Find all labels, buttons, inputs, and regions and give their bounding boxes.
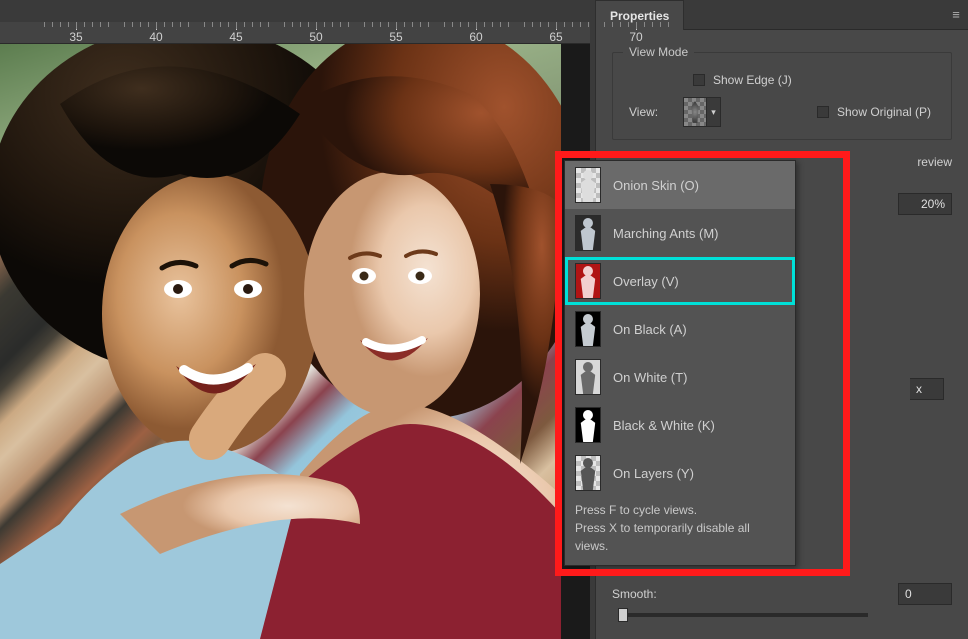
view-label: View: <box>629 105 673 119</box>
view-mode-option[interactable]: On Black (A) <box>565 305 795 353</box>
view-mode-option-label: On White (T) <box>613 370 687 385</box>
chevron-down-icon: ▾ <box>707 97 721 127</box>
view-mode-thumbnail-icon <box>575 311 601 347</box>
slider-thumb-icon <box>618 608 628 622</box>
view-mode-option[interactable]: Onion Skin (O) <box>565 161 795 209</box>
ruler-tick-label: 65 <box>549 30 562 44</box>
ruler-tick: 40 <box>116 22 196 44</box>
checkbox-icon <box>817 106 829 118</box>
ruler-tick-label: 45 <box>229 30 242 44</box>
view-mode-thumbnail-icon <box>575 167 601 203</box>
smooth-label: Smooth: <box>612 587 657 601</box>
ruler-tick-label: 50 <box>309 30 322 44</box>
smooth-row: Smooth: 0 <box>612 583 952 605</box>
view-mode-option-label: On Layers (Y) <box>613 466 694 481</box>
dropdown-hint: Press X to temporarily disable all views… <box>565 519 795 555</box>
show-original-label: Show Original (P) <box>837 105 931 119</box>
view-mode-thumbnail-icon <box>575 407 601 443</box>
smooth-value-field[interactable]: 0 <box>898 583 952 605</box>
view-dropdown-trigger[interactable]: ▾ <box>683 97 721 127</box>
view-thumbnail-icon <box>683 97 707 127</box>
view-mode-title: View Mode <box>623 45 694 59</box>
ruler-tick-label: 60 <box>469 30 482 44</box>
ruler-tick-label: 35 <box>69 30 82 44</box>
view-mode-thumbnail-icon <box>575 215 601 251</box>
view-mode-option-label: Marching Ants (M) <box>613 226 718 241</box>
show-edge-label: Show Edge (J) <box>713 73 792 87</box>
show-original-checkbox[interactable]: Show Original (P) <box>817 105 931 119</box>
horizontal-ruler: 3540455055606570 <box>0 22 590 44</box>
view-mode-option[interactable]: Black & White (K) <box>565 401 795 449</box>
ruler-tick: 35 <box>36 22 116 44</box>
preview-label-clipped: review <box>917 155 952 169</box>
panel-menu-icon[interactable]: ≡ <box>944 0 968 29</box>
view-mode-thumbnail-icon <box>575 455 601 491</box>
ruler-tick: 70 <box>596 22 676 44</box>
ruler-tick: 55 <box>356 22 436 44</box>
view-mode-thumbnail-icon <box>575 263 601 299</box>
ruler-tick: 65 <box>516 22 596 44</box>
checkbox-icon <box>693 74 705 86</box>
percent-field[interactable]: 20% <box>898 193 952 215</box>
view-mode-option[interactable]: On Layers (Y) <box>565 449 795 497</box>
photo-content <box>0 44 561 639</box>
view-mode-option[interactable]: Marching Ants (M) <box>565 209 795 257</box>
ruler-tick-label: 40 <box>149 30 162 44</box>
view-mode-dropdown: Onion Skin (O) Marching Ants (M) Overlay (… <box>564 160 796 566</box>
view-mode-option-label: On Black (A) <box>613 322 687 337</box>
ruler-tick-label: 70 <box>629 30 642 44</box>
px-field-clipped[interactable]: x <box>910 378 944 400</box>
view-mode-option[interactable]: On White (T) <box>565 353 795 401</box>
dropdown-hint: Press F to cycle views. <box>565 497 795 519</box>
ruler-tick: 50 <box>276 22 356 44</box>
view-mode-option-label: Black & White (K) <box>613 418 715 433</box>
view-mode-option-label: Overlay (V) <box>613 274 679 289</box>
ruler-tick: 45 <box>196 22 276 44</box>
view-mode-option[interactable]: Overlay (V) <box>565 257 795 305</box>
smooth-slider[interactable] <box>612 613 868 617</box>
view-mode-thumbnail-icon <box>575 359 601 395</box>
view-mode-section: View Mode Show Edge (J) View: ▾ Show Ori… <box>612 52 952 140</box>
ruler-tick: 60 <box>436 22 516 44</box>
show-edge-checkbox[interactable]: Show Edge (J) <box>693 73 792 87</box>
ruler-tick-label: 55 <box>389 30 402 44</box>
view-mode-option-label: Onion Skin (O) <box>613 178 699 193</box>
slider-track <box>618 613 868 617</box>
document-canvas[interactable] <box>0 44 561 639</box>
